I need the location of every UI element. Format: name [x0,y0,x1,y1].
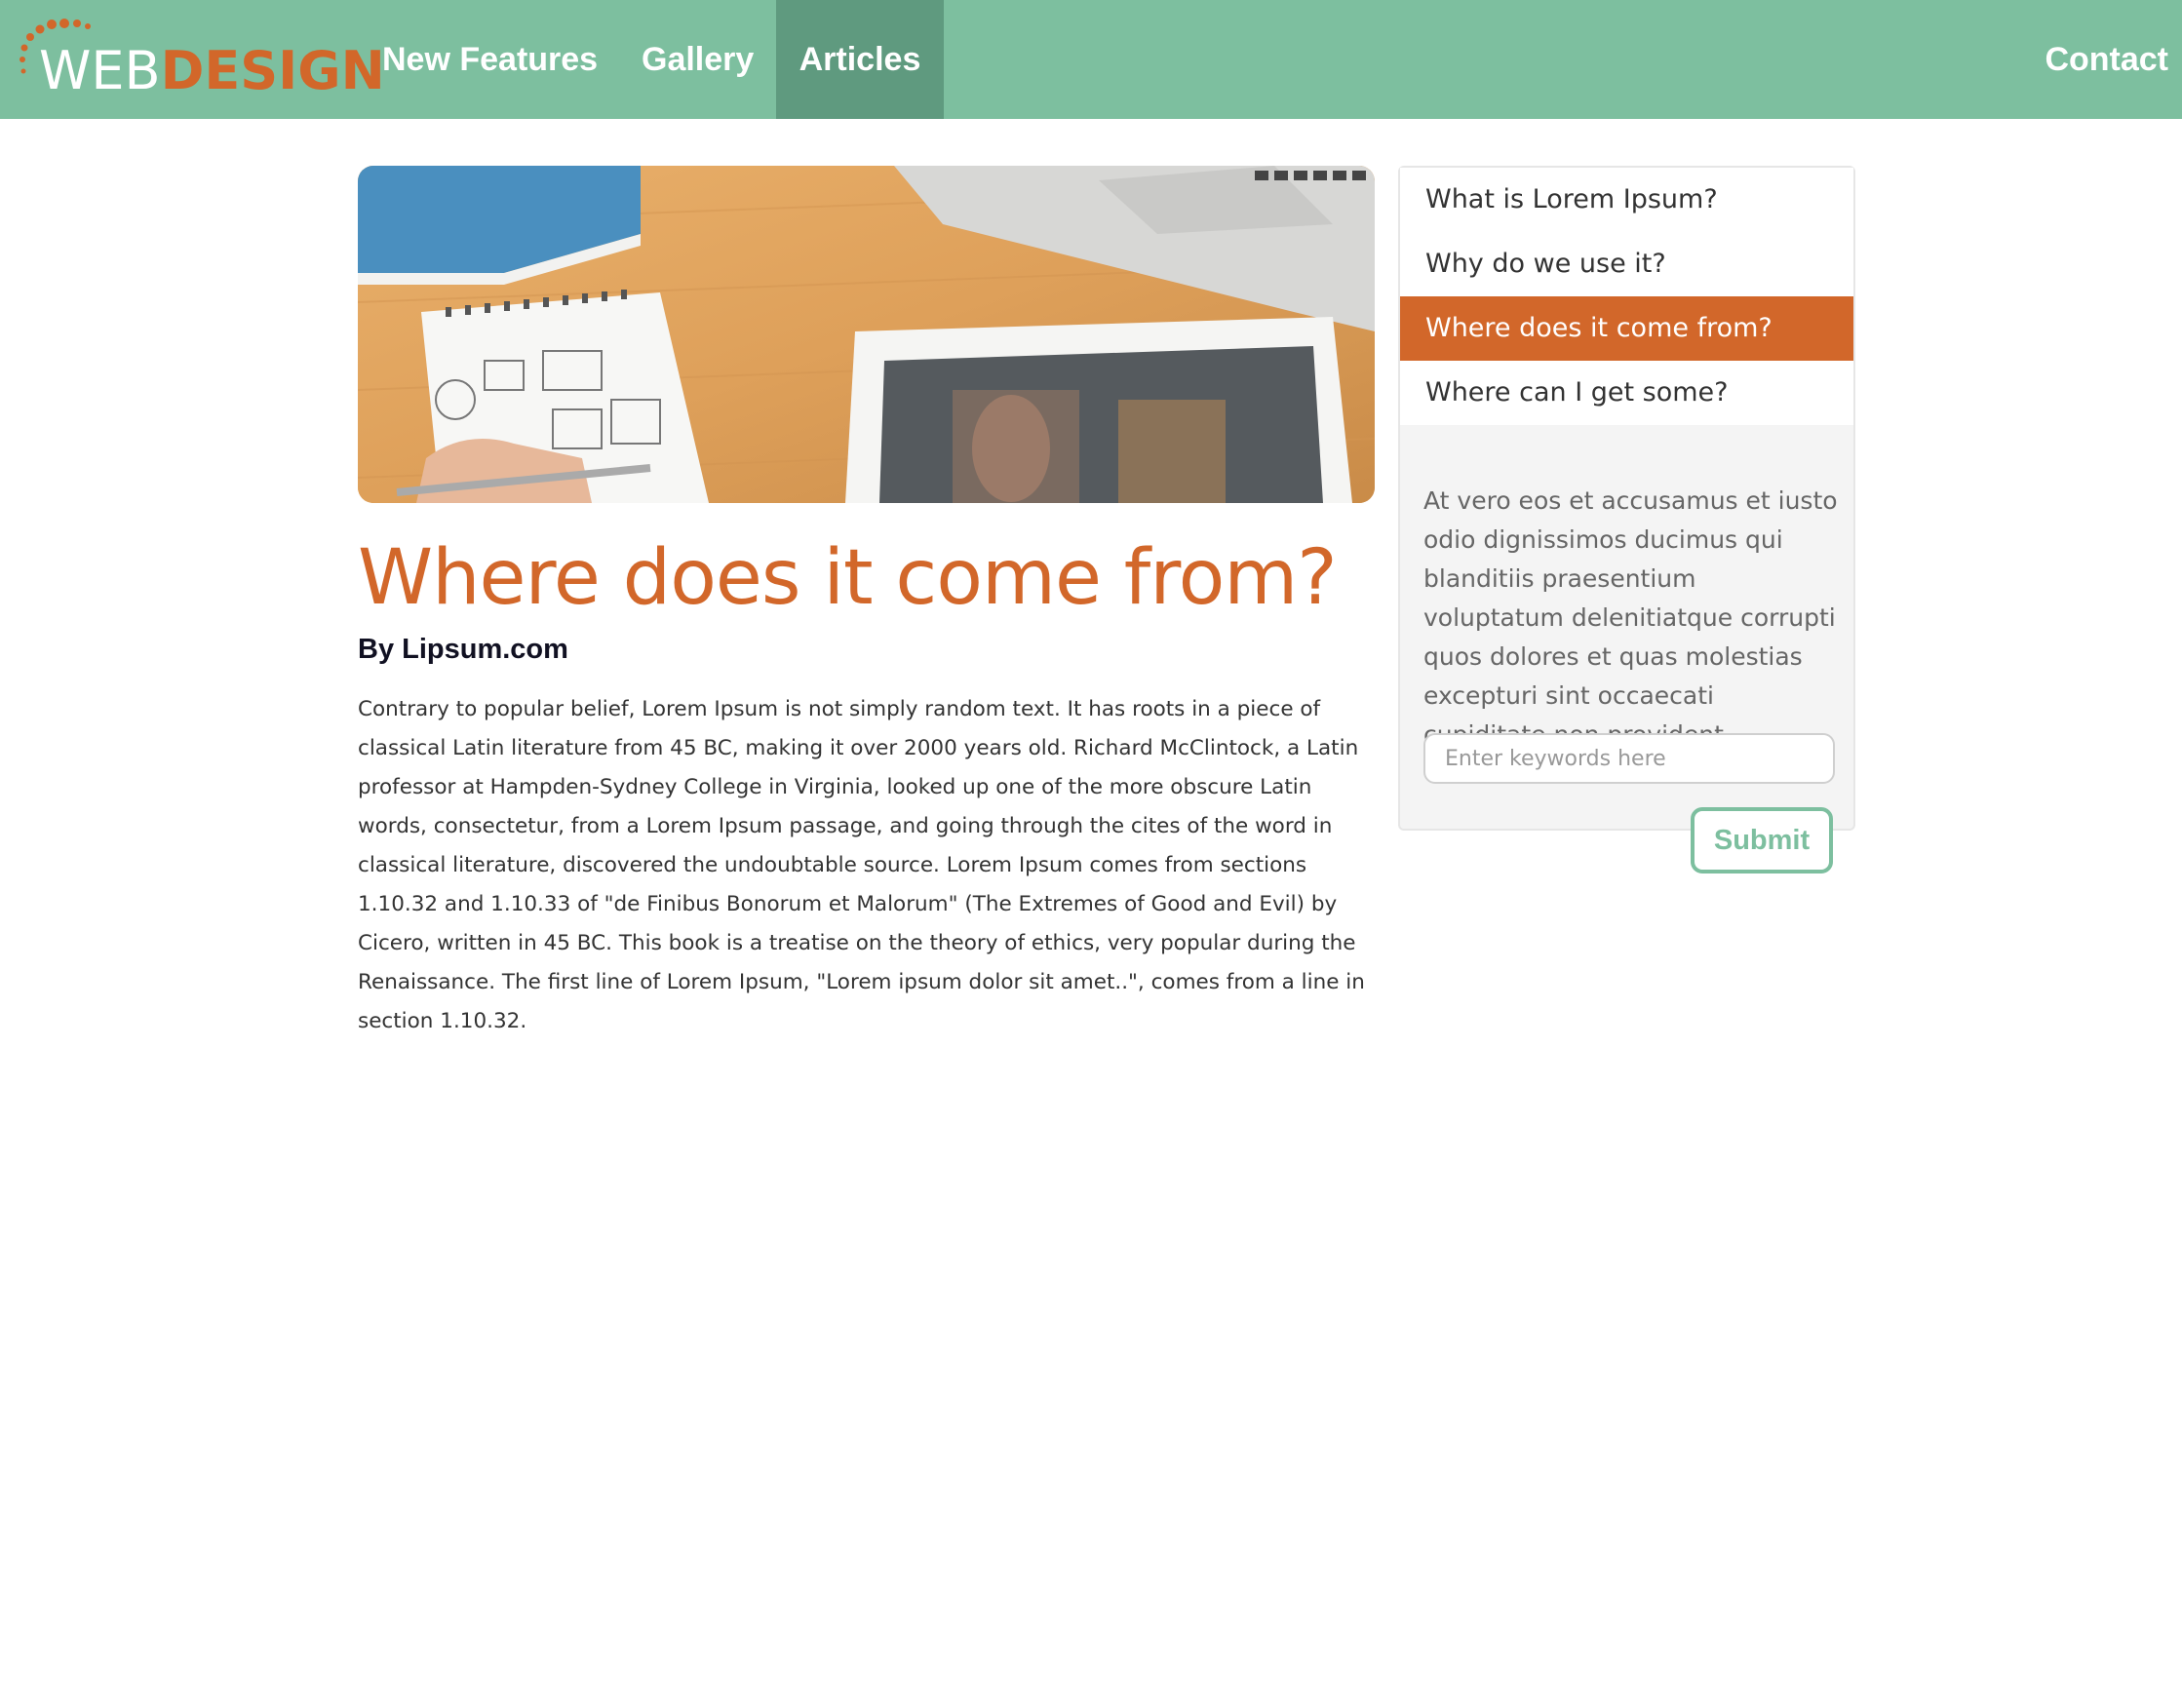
article-body: Contrary to popular belief, Lorem Ipsum … [358,697,1365,1033]
article-title: Where does it come from? [358,534,1338,622]
site-header: WEBDESIGN New Features Gallery Articles … [0,0,2182,119]
sidebar-item-where-can-i-get-some[interactable]: Where can I get some? [1400,361,1853,425]
sidebar: What is Lorem Ipsum? Why do we use it? W… [1398,166,1855,831]
logo-wordmark: WEBDESIGN [39,45,385,97]
submit-button[interactable]: Submit [1691,807,1833,873]
sidebar-item-where-does-it-come-from[interactable]: Where does it come from? [1400,296,1853,361]
desk-photo-illustration [358,166,1375,503]
nav-new-features[interactable]: New Features [359,0,621,119]
nav-articles[interactable]: Articles [776,0,944,119]
sidebar-menu: What is Lorem Ipsum? Why do we use it? W… [1400,168,1853,425]
hero-image [358,166,1375,503]
sidebar-text: At vero eos et accusamus et iusto odio d… [1423,486,1838,749]
search-input[interactable] [1423,733,1835,784]
sidebar-item-why-do-we-use-it[interactable]: Why do we use it? [1400,232,1853,296]
nav-gallery[interactable]: Gallery [618,0,777,119]
site-logo[interactable]: WEBDESIGN [18,14,385,101]
article-author: By Lipsum.com [358,634,568,665]
sidebar-item-what-is-lorem-ipsum[interactable]: What is Lorem Ipsum? [1400,168,1853,232]
nav-contact[interactable]: Contact [2021,0,2182,119]
logo-web-text: WEB [39,40,161,101]
logo-design-text: DESIGN [160,40,385,101]
